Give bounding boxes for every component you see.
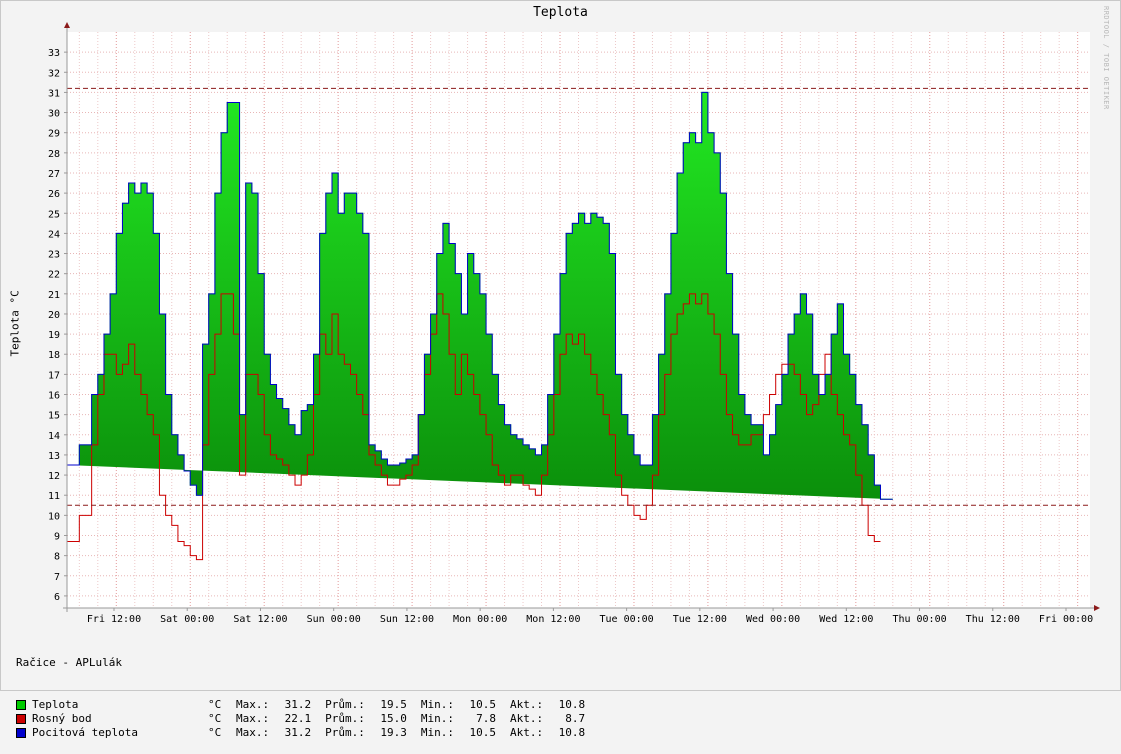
legend-name: Teplota: [32, 698, 79, 711]
x-ticks: Fri 12:00 Sat 00:00 Sat 12:00 Sun 00:00 Sun …: [87, 608, 1093, 625]
legend-avg-value: 19.3: [380, 726, 407, 739]
y-tick-label: 33: [48, 48, 60, 59]
legend-avg-key: Prům.:: [325, 698, 365, 711]
y-tick-label: 20: [48, 310, 60, 321]
y-tick-label: 23: [48, 250, 60, 261]
y-tick-label: 22: [48, 270, 60, 281]
legend-min-key: Min.:: [420, 726, 454, 739]
legend-max-key: Max.:: [236, 698, 270, 711]
legend-swatch: [16, 728, 26, 738]
x-tick-label: Fri 00:00: [1039, 614, 1093, 625]
legend: Račice - APLulák Teplota °C Max.: 31.2 Prům.…: [16, 628, 599, 754]
x-axis-arrow: [1094, 605, 1100, 611]
x-tick-label: Tue 00:00: [600, 614, 654, 625]
legend-swatch: [16, 700, 26, 710]
legend-min-value: 10.5: [469, 698, 497, 711]
legend-cur-key: Akt.:: [510, 726, 544, 739]
legend-cur-value: 10.8: [558, 726, 586, 739]
legend-row: Teplota °C Max.: 31.2 Prům.: 19.5 Min.: 10.5 Akt…: [16, 698, 599, 712]
legend-max-key: Max.:: [236, 712, 270, 725]
legend-max-key: Max.:: [236, 726, 270, 739]
chart-svg: 6 7 8 9 10 11 12 13 14 15 16 17 18 19 20 21 22 23 24 25 26 27…: [48, 22, 1100, 625]
legend-unit: °C: [208, 726, 222, 739]
legend-cur-key: Akt.:: [510, 712, 544, 725]
y-tick-label: 14: [48, 431, 60, 442]
y-tick-label: 29: [48, 129, 60, 140]
y-tick-label: 18: [48, 350, 60, 361]
y-tick-label: 28: [48, 149, 60, 160]
y-tick-label: 30: [48, 109, 60, 120]
y-tick-label: 6: [54, 592, 60, 603]
y-tick-label: 15: [48, 411, 60, 422]
x-tick-label: Wed 00:00: [746, 614, 800, 625]
legend-min-value: 10.5: [469, 726, 497, 739]
x-tick-label: Sun 12:00: [380, 614, 434, 625]
y-tick-label: 8: [54, 552, 60, 563]
legend-heading: Račice - APLulák: [16, 656, 122, 669]
legend-min-key: Min.:: [420, 698, 454, 711]
legend-avg-value: 15.0: [380, 712, 407, 725]
legend-max-value: 22.1: [284, 712, 312, 725]
legend-cur-key: Akt.:: [510, 698, 544, 711]
x-tick-label: Sat 00:00: [160, 614, 214, 625]
y-tick-label: 13: [48, 451, 60, 462]
legend-cur-value: 8.7: [565, 712, 586, 725]
legend-avg-key: Prům.:: [325, 726, 365, 739]
y-tick-label: 21: [48, 290, 60, 301]
y-tick-label: 25: [48, 209, 60, 220]
y-tick-label: 7: [54, 572, 60, 583]
legend-row: Pocitová teplota °C Max.: 31.2 Prům.: 19.3 Min…: [16, 726, 599, 740]
legend-max-value: 31.2: [284, 698, 312, 711]
y-tick-label: 27: [48, 169, 60, 180]
y-ticks: 6 7 8 9 10 11 12 13 14 15 16 17 18 19 20 21 22 23 24 25 26 27…: [48, 48, 67, 603]
legend-unit: °C: [208, 698, 222, 711]
x-tick-label: Wed 12:00: [819, 614, 873, 625]
legend-max-value: 31.2: [284, 726, 312, 739]
y-axis-arrow: [64, 22, 70, 28]
legend-cur-value: 10.8: [558, 698, 586, 711]
y-tick-label: 31: [48, 88, 60, 99]
x-tick-label: Mon 12:00: [526, 614, 580, 625]
y-tick-label: 19: [48, 330, 60, 341]
legend-min-value: 7.8: [476, 712, 496, 725]
y-tick-label: 17: [48, 370, 60, 381]
legend-unit: °C: [208, 712, 222, 725]
y-tick-label: 24: [48, 229, 60, 240]
legend-row: Rosný bod °C Max.: 22.1 Prům.: 15.0 Min.: 7.8 Ak…: [16, 712, 599, 726]
y-tick-label: 32: [48, 68, 60, 79]
legend-avg-value: 19.5: [380, 698, 407, 711]
y-tick-label: 12: [48, 471, 60, 482]
y-tick-label: 10: [48, 511, 60, 522]
legend-avg-key: Prům.:: [325, 712, 365, 725]
x-tick-label: Mon 00:00: [453, 614, 507, 625]
legend-swatch: [16, 714, 26, 724]
y-tick-label: 26: [48, 189, 60, 200]
y-tick-label: 16: [48, 391, 60, 402]
x-tick-label: Sat 12:00: [233, 614, 287, 625]
x-tick-label: Thu 00:00: [892, 614, 946, 625]
legend-name: Rosný bod: [32, 712, 92, 725]
x-tick-label: Sun 00:00: [307, 614, 361, 625]
legend-min-key: Min.:: [420, 712, 454, 725]
y-tick-label: 9: [54, 531, 60, 542]
legend-rows: Teplota °C Max.: 31.2 Prům.: 19.5 Min.: 10.5 Akt…: [16, 698, 599, 740]
legend-name: Pocitová teplota: [32, 726, 138, 739]
y-tick-label: 11: [48, 491, 60, 502]
x-tick-label: Tue 12:00: [673, 614, 727, 625]
x-tick-label: Fri 12:00: [87, 614, 141, 625]
x-tick-label: Thu 12:00: [966, 614, 1020, 625]
